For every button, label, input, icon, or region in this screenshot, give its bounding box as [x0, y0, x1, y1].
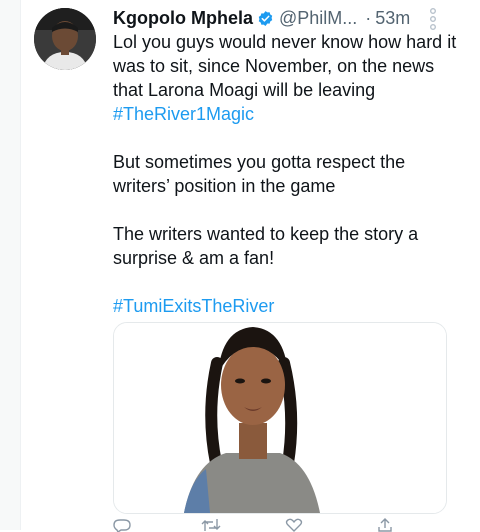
hashtag-link[interactable]: #TumiExitsTheRiver: [113, 296, 274, 316]
meta-separator: ·: [365, 7, 372, 28]
tweet-timestamp[interactable]: 53m: [375, 8, 410, 29]
author-avatar[interactable]: [34, 8, 96, 70]
media-photo: [114, 323, 446, 513]
tweet-text-paragraph-1: Lol you guys would never know how hard i…: [113, 32, 462, 100]
tweet-media-image[interactable]: [113, 322, 447, 514]
more-options-icon[interactable]: [428, 7, 438, 31]
display-name[interactable]: Kgopolo Mphela: [113, 8, 253, 29]
tweet-text-paragraph-3: The writers wanted to keep the story a s…: [113, 224, 424, 268]
author-handle[interactable]: @PhilM...: [279, 8, 357, 29]
hashtag-link[interactable]: #TheRiver1Magic: [113, 104, 254, 124]
avatar-photo: [34, 8, 96, 70]
left-rail: [0, 0, 21, 530]
tweet-text-paragraph-2: But sometimes you gotta respect the writ…: [113, 152, 411, 196]
verified-badge-icon: [257, 10, 274, 27]
tweet-header: Kgopolo Mphela @PhilM... · 53m: [113, 6, 410, 30]
tweet-text: Lol you guys would never know how hard i…: [113, 30, 463, 318]
